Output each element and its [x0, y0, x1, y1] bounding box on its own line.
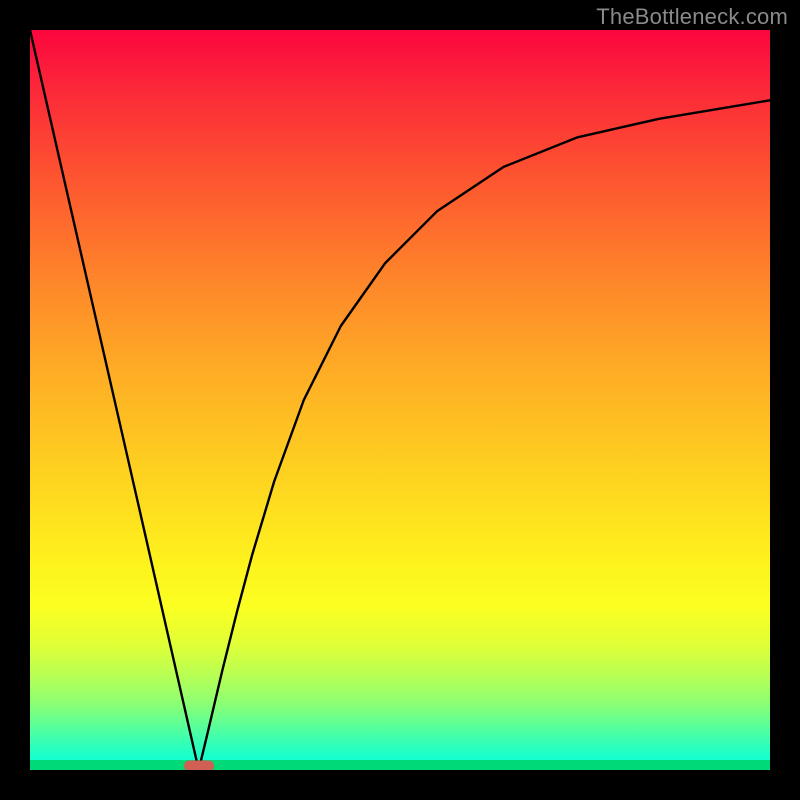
- chart-frame: TheBottleneck.com: [0, 0, 800, 800]
- vertex-marker-icon: [184, 761, 214, 770]
- watermark-label: TheBottleneck.com: [596, 4, 788, 30]
- plot-area: [30, 30, 770, 770]
- curve-line: [30, 30, 770, 770]
